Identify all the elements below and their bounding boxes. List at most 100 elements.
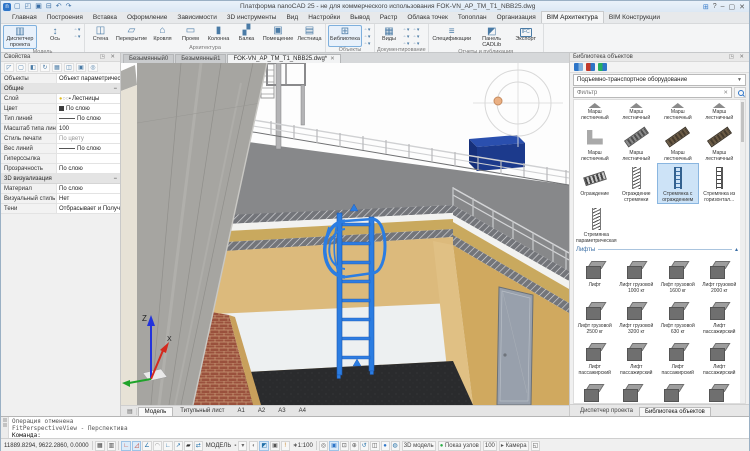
target-icon[interactable]: ◎ [88, 63, 98, 72]
lock-icon[interactable] [234, 443, 236, 449]
library-item[interactable]: Марш лестничный прямой с панду... [657, 100, 699, 122]
print-icon[interactable]: ⊟ [45, 2, 53, 11]
doc-tab-unnamed1[interactable]: Безымянный1 [175, 54, 226, 63]
tab-nastroyki[interactable]: Настройки [303, 12, 345, 23]
library-item[interactable]: Лифт грузовой 3200 кг [616, 295, 658, 336]
status-config-dropdown[interactable] [238, 441, 247, 451]
stair-button[interactable]: ▤Лестница [296, 25, 323, 45]
refresh-icon[interactable]: ↻ [40, 63, 50, 72]
close-icon[interactable]: ✕ [330, 56, 335, 62]
library-item[interactable]: Лифт пассажирский (офис, банк, гост... [613, 377, 652, 404]
help-button[interactable]: ? [713, 3, 717, 10]
library-item[interactable]: Лифт пассажирский (жилое здание) 1... [699, 295, 741, 336]
library-item[interactable]: Лифт пассажирский (офис, банк, гост... [699, 336, 741, 377]
room-button[interactable]: ▣Помещение [261, 25, 295, 45]
library-item[interactable]: Марш лестничный прямой с площа... [574, 122, 616, 163]
library-item[interactable]: Ограждение [574, 163, 616, 204]
property-row-plotstyle[interactable]: Стиль печати По цвету [1, 134, 120, 144]
library-item[interactable]: Лифт [574, 254, 616, 295]
tab-glavnaya[interactable]: Главная [7, 12, 42, 23]
library-item[interactable]: Марш лестничный прямой с панду... [574, 100, 616, 122]
filter-input[interactable] [577, 90, 723, 96]
new-file-icon[interactable]: ▢ [13, 2, 22, 11]
dynamic-ucs-toggle[interactable] [174, 441, 183, 451]
library-item[interactable]: Лифт грузовой 2000 кг [699, 254, 741, 295]
property-row-color[interactable]: Цвет По слою [1, 104, 120, 114]
tab-vstavka[interactable]: Вставка [88, 12, 122, 23]
quick-select-icon[interactable]: ▢ [16, 63, 26, 72]
beam-button[interactable]: ▞Балка [233, 25, 260, 45]
viewport-3d[interactable]: Z X [121, 63, 569, 405]
filter-field[interactable]: ✕ [573, 87, 732, 98]
tab-zavisimosti[interactable]: Зависимости [172, 12, 221, 23]
property-row-transparency[interactable]: Прозрачность По слою [1, 164, 120, 174]
library-scrollbar[interactable] [740, 100, 745, 403]
specifications-button[interactable]: ≡Спецификации [431, 25, 473, 49]
doc-tab-active[interactable]: FOK-VN_AP_TM_T1_NBB25.dwg*✕ [227, 54, 340, 63]
layout-tab-a4[interactable]: А4 [293, 407, 312, 415]
column-button[interactable]: ▮Колонна [205, 25, 232, 45]
dyn-input-toggle[interactable] [194, 441, 203, 451]
library-item[interactable]: Лифт пассажирский (транспортиров... [696, 377, 740, 404]
space-indicator[interactable]: МОДЕЛЬ [205, 443, 232, 449]
polar-toggle[interactable] [132, 441, 141, 451]
view-mode-button[interactable]: 3D модель [402, 441, 436, 451]
doc-tab-unnamed0[interactable]: Безымянный0 [123, 54, 174, 63]
library-item[interactable]: Лифт грузовой 1000 кг [616, 254, 658, 295]
notifications-toggle[interactable] [281, 441, 290, 451]
move-tool-icon[interactable] [350, 441, 359, 451]
tab-bim-konstruktsii[interactable]: BIM Конструкции [604, 12, 665, 23]
library-button[interactable]: ⊞Библиотека [328, 25, 362, 47]
fullscreen-icon[interactable] [531, 441, 541, 451]
section-3d-visualization[interactable]: 3D визуализация− [1, 174, 120, 184]
library-item-selected[interactable]: Стремянка с ограждением [657, 163, 699, 204]
tab-postroeniya[interactable]: Построения [42, 12, 88, 23]
open-file-icon[interactable]: ◰ [24, 2, 33, 11]
orbit-tool-icon[interactable] [360, 441, 369, 451]
search-icon[interactable] [734, 87, 746, 98]
library-item[interactable]: Лифт пассажирский (офис, банк, гост... [657, 336, 699, 377]
viewport-config-icon[interactable] [370, 441, 380, 451]
snap-toggle[interactable] [107, 441, 117, 451]
library-item[interactable]: Лифт пассажирский (жилое здание) 6... [616, 336, 658, 377]
undo-icon[interactable]: ↶ [55, 2, 63, 11]
library-item[interactable]: Марш лестничный прямой с панду... [616, 100, 658, 122]
opening-button[interactable]: ▭Проем [177, 25, 204, 45]
tab-object-library[interactable]: Библиотека объектов [639, 407, 711, 416]
layout-tab-model[interactable]: Модель [138, 407, 174, 416]
small-tool-icon[interactable] [412, 34, 421, 40]
tab-oformlenie[interactable]: Оформление [122, 12, 172, 23]
tab-3d-instrumenty[interactable]: 3D инструменты [222, 12, 282, 23]
small-tool-icon[interactable] [402, 34, 411, 40]
property-row-lineweight[interactable]: Вес линий По слою [1, 144, 120, 154]
collapse-icon[interactable]: − [113, 176, 117, 182]
tab-bim-arhitektura[interactable]: BIM Архитектура [541, 11, 604, 23]
pan-tool-icon[interactable] [329, 441, 339, 451]
maximize-button[interactable]: ▢ [729, 3, 736, 11]
layout-list-icon[interactable]: ▤ [124, 408, 137, 415]
library-item[interactable]: Стремянка из горизонтал... [699, 163, 741, 204]
section-general[interactable]: Общие− [1, 84, 120, 94]
close-button[interactable]: ✕ [739, 3, 745, 11]
small-tool-icon[interactable] [73, 34, 82, 40]
export-ifc-button[interactable]: IFCЭкспорт [511, 25, 541, 49]
collapse-icon[interactable]: − [113, 86, 117, 92]
library-view-icon[interactable] [574, 63, 583, 71]
workspace-icon[interactable]: ⊞ [703, 3, 709, 11]
camera-button[interactable]: Камера [499, 441, 529, 451]
save-icon[interactable]: ▣ [34, 2, 43, 11]
property-row-hyperlink[interactable]: Гиперссылка [1, 154, 120, 164]
layout-tab-a1[interactable]: А1 [232, 407, 251, 415]
layout-tab-a2[interactable]: А2 [252, 407, 271, 415]
small-tool-icon[interactable] [73, 27, 82, 33]
osnap-toggle[interactable] [142, 441, 151, 451]
clean-screen-toggle[interactable] [270, 441, 280, 451]
slab-button[interactable]: ▱Перекрытие [115, 25, 148, 45]
library-item[interactable]: Марш лестничный прямой с тетивой... [657, 122, 699, 163]
library-item[interactable]: Марш лестничный ступенч... [699, 122, 741, 163]
clear-filter-icon[interactable]: ✕ [723, 90, 728, 96]
object-track-toggle[interactable] [163, 441, 173, 451]
library-item[interactable]: Лифт грузовой 1600 кг [657, 254, 699, 295]
property-row-material[interactable]: Материал По слою [1, 184, 120, 194]
property-row-linetype[interactable]: Тип линий По слою [1, 114, 120, 124]
